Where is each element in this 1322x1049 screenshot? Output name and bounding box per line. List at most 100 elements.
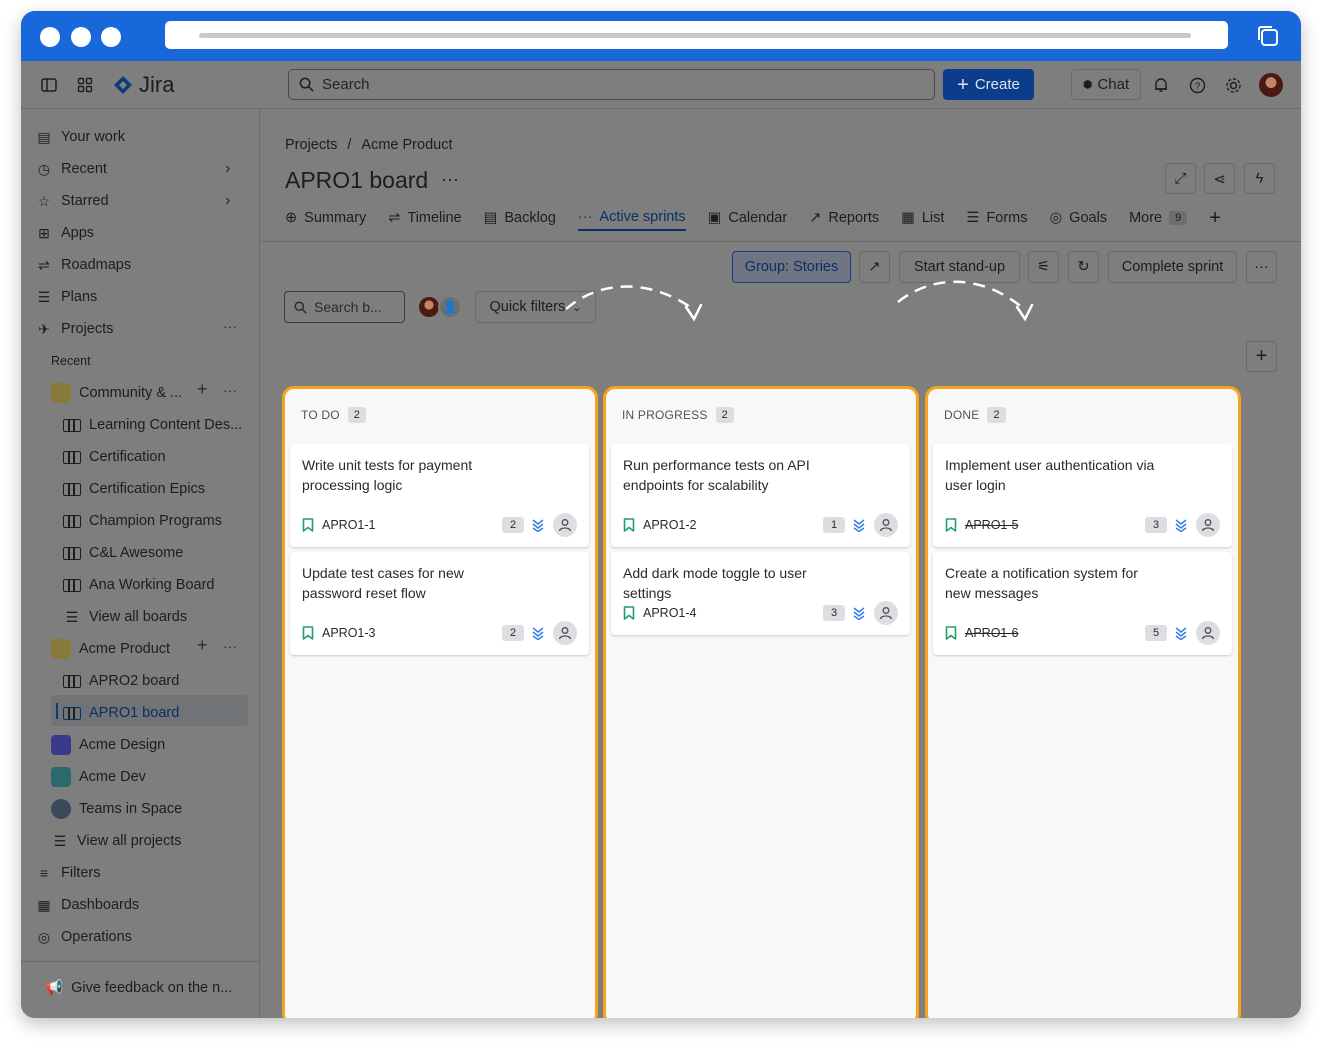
issue-card[interactable]: Run performance tests on API endpoints f… — [611, 444, 910, 547]
breadcrumb-project[interactable]: Acme Product — [361, 137, 452, 153]
share-button[interactable]: ⋖ — [1204, 163, 1235, 194]
sidebar-board-item[interactable]: Champion Programs — [63, 507, 222, 535]
create-button[interactable]: + Create — [943, 69, 1034, 100]
priority-lowest-icon — [1175, 627, 1187, 640]
app-switcher-icon[interactable] — [74, 74, 96, 96]
assignee-avatar[interactable] — [1196, 621, 1220, 645]
address-bar[interactable] — [165, 21, 1228, 49]
jira-logo[interactable]: Jira — [113, 72, 174, 98]
sidebar-item-recent[interactable]: ◷ Recent — [35, 155, 107, 183]
sidebar-board-item[interactable]: C&L Awesome — [63, 539, 183, 567]
sidebar-item-plans[interactable]: ☰ Plans — [35, 283, 98, 311]
issue-key[interactable]: APRO1-6 — [965, 626, 1019, 640]
issue-key[interactable]: APRO1-1 — [322, 518, 376, 532]
more-actions-icon[interactable]: ··· — [223, 318, 237, 334]
sidebar-project-community[interactable]: Community & ... — [51, 379, 182, 407]
add-column-button[interactable]: + — [1246, 341, 1277, 372]
assignee-avatar[interactable] — [874, 513, 898, 537]
sidebar-item-projects[interactable]: ✈ Projects — [35, 315, 113, 343]
refresh-button[interactable]: ↻ — [1068, 251, 1099, 283]
tab-goals[interactable]: ◎ Goals — [1050, 205, 1108, 231]
sidebar-board-item[interactable]: Certification — [63, 443, 166, 471]
issue-key[interactable]: APRO1-5 — [965, 518, 1019, 532]
global-search-input[interactable]: Search — [288, 69, 935, 100]
sidebar-item-operations[interactable]: ◎ Operations — [35, 923, 132, 951]
tab-calendar[interactable]: ▣ Calendar — [708, 205, 788, 231]
sidebar-board-apro1[interactable]: APRO1 board — [63, 699, 179, 727]
feedback-link[interactable]: 📢 Give feedback on the n... — [45, 979, 232, 997]
quick-filters-button[interactable]: Quick filters ⌄ — [475, 291, 596, 323]
assignee-avatar[interactable] — [1196, 513, 1220, 537]
board-search-input[interactable]: Search b... — [284, 291, 405, 323]
sidebar-board-item[interactable]: Ana Working Board — [63, 571, 214, 599]
view-settings-button[interactable]: ⚟ — [1028, 251, 1059, 283]
title-more-actions-icon[interactable]: ··· — [441, 169, 459, 190]
insights-button[interactable]: ↗ — [859, 251, 890, 283]
sidebar-project-acme-dev[interactable]: Acme Dev — [51, 763, 146, 791]
sidebar-board-item[interactable]: Certification Epics — [63, 475, 205, 503]
help-icon[interactable]: ? — [1186, 74, 1208, 96]
assignee-avatar[interactable] — [553, 513, 577, 537]
sidebar-toggle-icon[interactable] — [38, 74, 60, 96]
sidebar-project-acme-product[interactable]: Acme Product — [51, 635, 170, 663]
tab-label: Reports — [828, 210, 880, 226]
sidebar-item-apps[interactable]: ⊞ Apps — [35, 219, 94, 247]
sidebar-item-filters[interactable]: ≡ Filters — [35, 859, 101, 887]
chevron-right-icon[interactable]: › — [225, 192, 230, 210]
complete-sprint-button[interactable]: Complete sprint — [1108, 251, 1237, 283]
issue-key[interactable]: APRO1-3 — [322, 626, 376, 640]
window-maximize-dot[interactable] — [101, 27, 121, 47]
tab-list[interactable]: ▦ List — [901, 205, 944, 231]
sidebar-board-item[interactable]: Learning Content Des... — [63, 411, 242, 439]
issue-card[interactable]: Create a notification system for new mes… — [933, 552, 1232, 655]
start-standup-button[interactable]: Start stand-up — [899, 251, 1020, 283]
fullscreen-button[interactable]: ⤢ — [1165, 163, 1196, 194]
add-icon[interactable]: + — [197, 379, 208, 400]
tab-backlog[interactable]: ▤ Backlog — [484, 205, 556, 231]
issue-key[interactable]: APRO1-2 — [643, 518, 697, 532]
issue-key[interactable]: APRO1-4 — [643, 606, 697, 620]
tabs-icon[interactable] — [1255, 23, 1281, 49]
more-actions-icon[interactable]: ··· — [223, 382, 237, 398]
sidebar-item-your-work[interactable]: ▤ Your work — [35, 123, 125, 151]
more-icon: ··· — [1254, 259, 1269, 275]
tab-summary[interactable]: ⊕ Summary — [285, 205, 366, 231]
assignee-avatar[interactable] — [874, 601, 898, 625]
notifications-icon[interactable] — [1150, 74, 1172, 96]
unassigned-filter-avatar[interactable]: 👤 — [438, 295, 462, 319]
tab-active-sprints[interactable]: ··· Active sprints — [577, 205, 686, 231]
sidebar-board-apro2[interactable]: APRO2 board — [63, 667, 179, 695]
add-icon[interactable]: + — [197, 635, 208, 656]
window-minimize-dot[interactable] — [71, 27, 91, 47]
group-by-button[interactable]: Group: Stories — [732, 251, 851, 283]
sidebar-view-all-boards[interactable]: ☰ View all boards — [63, 603, 187, 631]
tab-reports[interactable]: ↗ Reports — [809, 205, 879, 231]
sidebar-item-starred[interactable]: ☆ Starred — [35, 187, 109, 215]
chat-button[interactable]: ⬢ Chat — [1071, 69, 1141, 100]
issue-card[interactable]: Implement user authentication via user l… — [933, 444, 1232, 547]
tab-timeline[interactable]: ⇌ Timeline — [388, 205, 461, 231]
settings-gear-icon[interactable] — [1222, 74, 1244, 96]
user-avatar[interactable] — [1259, 73, 1283, 97]
window-close-dot[interactable] — [40, 27, 60, 47]
list-icon: ☰ — [65, 608, 79, 625]
sidebar-item-roadmaps[interactable]: ⇌ Roadmaps — [35, 251, 131, 279]
add-tab-icon[interactable]: + — [1209, 205, 1221, 231]
breadcrumb-projects[interactable]: Projects — [285, 137, 337, 153]
sidebar-project-acme-design[interactable]: Acme Design — [51, 731, 165, 759]
issue-card[interactable]: Update test cases for new password reset… — [290, 552, 589, 655]
person-icon — [1201, 627, 1215, 640]
issue-card[interactable]: Add dark mode toggle to user settings APR… — [611, 552, 910, 635]
sidebar-item-dashboards[interactable]: ▦ Dashboards — [35, 891, 139, 919]
more-actions-icon[interactable]: ··· — [223, 638, 237, 654]
automation-button[interactable]: ϟ — [1244, 163, 1275, 194]
tab-more[interactable]: More 9 — [1129, 205, 1188, 231]
tab-forms[interactable]: ☰ Forms — [966, 205, 1027, 231]
sidebar-view-all-projects[interactable]: ☰ View all projects — [51, 827, 182, 855]
issue-card[interactable]: Write unit tests for payment processing … — [290, 444, 589, 547]
more-actions-button[interactable]: ··· — [1246, 251, 1277, 283]
assignee-avatar[interactable] — [553, 621, 577, 645]
chevron-right-icon[interactable]: › — [225, 160, 230, 178]
sidebar-project-teams-in-space[interactable]: Teams in Space — [51, 795, 182, 823]
chart-icon: ↗ — [868, 259, 881, 275]
